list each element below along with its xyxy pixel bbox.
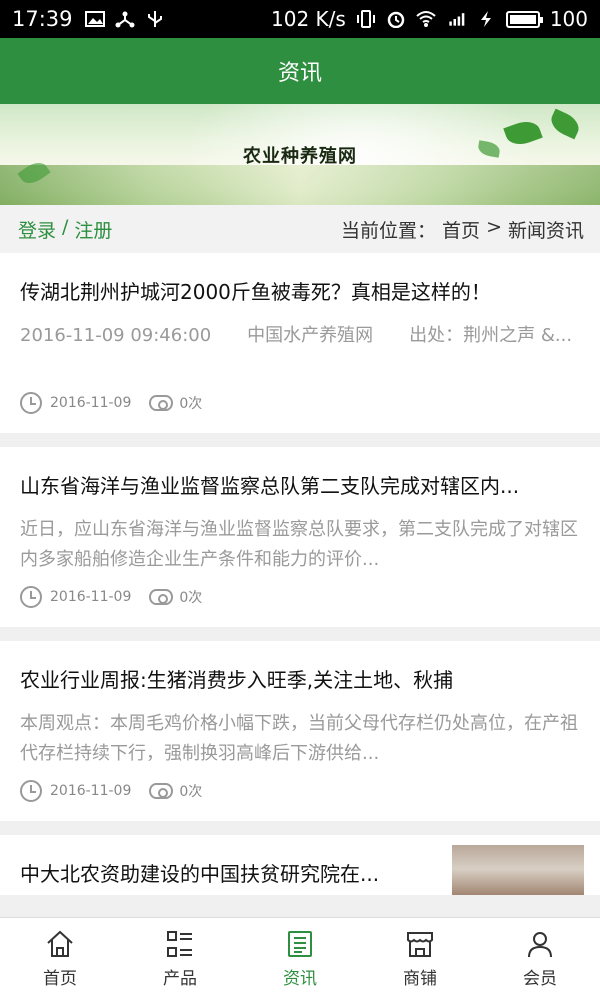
alarm-icon xyxy=(387,11,405,28)
article-title[interactable]: 中大北农资助建设的中国扶贫研究院在... xyxy=(20,835,430,887)
breadcrumb-home[interactable]: 首页 xyxy=(442,216,480,243)
home-icon xyxy=(47,930,73,957)
article-views: 0次 xyxy=(179,396,203,412)
eye-icon xyxy=(149,395,174,411)
list-item[interactable]: 农业行业周报:生猪消费步入旺季,关注土地、秋捕 本周观点：本周毛鸡价格小幅下跌，… xyxy=(0,641,600,821)
location-bar: 登录 / 注册 当前位置： 首页 > 新闻资讯 xyxy=(0,205,600,253)
clock-icon xyxy=(20,586,42,608)
banner-image: 农业种养殖网 xyxy=(0,104,600,205)
shop-icon xyxy=(407,932,433,957)
status-bar: 17:39 102 K/s 100 xyxy=(0,0,600,38)
nav-shops-label: 商铺 xyxy=(403,969,437,989)
network-speed: 102 K/s xyxy=(271,7,346,31)
nav-shops[interactable]: 商铺 xyxy=(360,918,480,1000)
app-header: 资讯 xyxy=(0,38,600,104)
article-summary: 本周观点：本周毛鸡价格小幅下跌，当前父母代存栏仍处高位，在产祖代存栏持续下行，强… xyxy=(20,713,578,764)
eye-icon xyxy=(149,589,174,605)
breadcrumb-current: 新闻资讯 xyxy=(507,219,584,242)
article-views: 0次 xyxy=(179,590,203,606)
register-link[interactable]: 注册 xyxy=(74,216,112,243)
list-item[interactable]: 中大北农资助建设的中国扶贫研究院在... xyxy=(0,835,600,895)
clock-icon xyxy=(20,780,42,802)
login-link[interactable]: 登录 xyxy=(18,216,56,243)
nav-home-label: 首页 xyxy=(43,969,77,989)
signal-4g-icon xyxy=(449,13,465,26)
article-title[interactable]: 农业行业周报:生猪消费步入旺季,关注土地、秋捕 xyxy=(20,641,580,693)
share-icon xyxy=(115,11,135,28)
article-date: 2016-11-09 xyxy=(50,783,132,799)
article-date: 2016-11-09 xyxy=(50,589,132,605)
article-thumbnail[interactable] xyxy=(452,845,584,895)
auth-separator: / xyxy=(62,215,69,238)
nav-products[interactable]: 产品 xyxy=(120,918,240,1000)
article-list: 传湖北荆州护城河2000斤鱼被毒死？真相是这样的！ 2016-11-09 09:… xyxy=(0,253,600,909)
nav-news-label: 资讯 xyxy=(283,969,317,989)
nav-news[interactable]: 资讯 xyxy=(240,918,360,1000)
charging-icon xyxy=(480,11,491,27)
user-icon xyxy=(528,932,552,958)
vibrate-icon xyxy=(356,10,375,28)
article-summary: 2016-11-09 09:46:00 中国水产养殖网 出处：荆州之声 &... xyxy=(20,325,573,346)
article-date: 2016-11-09 xyxy=(50,395,132,411)
breadcrumb: 当前位置： 首页 > 新闻资讯 xyxy=(341,216,584,243)
bottom-nav: 首页 产品 资讯 商铺 会员 xyxy=(0,917,600,1000)
nav-member-label: 会员 xyxy=(523,969,557,989)
eye-icon xyxy=(149,783,174,799)
image-icon xyxy=(84,11,105,27)
status-time: 17:39 xyxy=(12,7,73,31)
nav-home[interactable]: 首页 xyxy=(0,918,120,1000)
breadcrumb-label: 当前位置： xyxy=(341,219,437,242)
list-item[interactable]: 传湖北荆州护城河2000斤鱼被毒死？真相是这样的！ 2016-11-09 09:… xyxy=(0,253,600,433)
list-item[interactable]: 山东省海洋与渔业监督监察总队第二支队完成对辖区内... 近日，应山东省海洋与渔业… xyxy=(0,447,600,627)
article-summary: 近日，应山东省海洋与渔业监督监察总队要求，第二支队完成了对辖区内多家船舶修造企业… xyxy=(20,519,578,570)
article-title[interactable]: 传湖北荆州护城河2000斤鱼被毒死？真相是这样的！ xyxy=(20,253,580,305)
nav-products-label: 产品 xyxy=(163,969,197,989)
article-title[interactable]: 山东省海洋与渔业监督监察总队第二支队完成对辖区内... xyxy=(20,447,580,499)
banner-title: 农业种养殖网 xyxy=(243,146,357,167)
list-icon xyxy=(167,931,192,957)
usb-icon xyxy=(147,11,162,27)
article-views: 0次 xyxy=(179,784,203,800)
nav-member[interactable]: 会员 xyxy=(480,918,600,1000)
page-title: 资讯 xyxy=(277,61,322,86)
news-icon xyxy=(288,931,312,957)
battery-icon xyxy=(505,10,543,28)
breadcrumb-arrow: > xyxy=(486,215,502,238)
clock-icon xyxy=(20,392,42,414)
battery-level: 100 xyxy=(549,7,588,31)
wifi-icon xyxy=(416,11,436,27)
